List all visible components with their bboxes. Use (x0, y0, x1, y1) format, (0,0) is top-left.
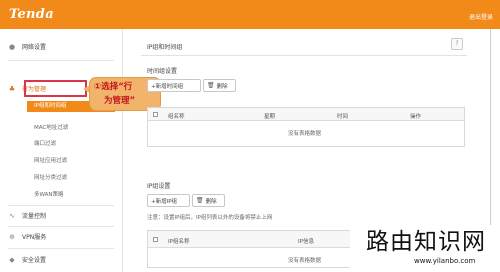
column-header: 星期 (264, 114, 276, 120)
vpn-icon: ⊕ (9, 232, 15, 241)
globe-icon: ● (8, 42, 16, 51)
add-ip-group-button[interactable]: +新增IP组 (147, 194, 190, 207)
sidebar-item-traffic-control[interactable]: ∿ 流量控制 (8, 206, 114, 225)
ip-group-section-label: IP组设置 (147, 183, 171, 190)
sidebar-item-label: 安全设置 (22, 257, 47, 264)
ip-group-notice: 注意：设置IP组后，IP组列表以外的设备将禁止上网 (147, 215, 273, 221)
trash-icon: 🗑 (207, 82, 215, 89)
table-header: 组名称 星期 时间 操作 (148, 108, 464, 121)
delete-time-group-button[interactable]: 🗑 删除 (203, 79, 236, 92)
select-all-checkbox[interactable] (153, 112, 158, 117)
column-header: 组名称 (168, 114, 185, 120)
annotation-highlight-box (24, 80, 87, 97)
help-button[interactable]: ? (451, 38, 463, 50)
sidebar-divider (8, 248, 114, 249)
logout-link[interactable]: 退出登录 (469, 12, 493, 21)
page-title: IP组和时间组 (147, 44, 183, 51)
sidebar-item-label: 网络设置 (22, 44, 47, 51)
callout-line-2: 为管理” (104, 96, 136, 106)
sidebar-item-network-settings[interactable]: ● 网络设置 (8, 37, 114, 56)
delete-label: 删除 (216, 83, 228, 90)
sidebar-divider (8, 60, 114, 61)
brand-logo: Tenda (9, 7, 54, 22)
title-divider (141, 55, 467, 56)
sidebar-item-vpn-service[interactable]: ⊕ VPN服务 (8, 227, 114, 246)
chart-line-icon: ∿ (9, 211, 15, 220)
user-group-icon: ♣ (8, 84, 16, 93)
top-bar: Tenda 退出登录 (0, 0, 500, 29)
delete-ip-group-button[interactable]: 🗑 删除 (192, 194, 225, 207)
time-group-section-label: 时间组设置 (147, 68, 178, 75)
sidebar-subitem-url-app-filter[interactable]: 网址应用过滤 (34, 156, 67, 164)
sidebar-item-label: 流量控制 (22, 213, 47, 220)
time-group-table: 组名称 星期 时间 操作 没有表格数据 (147, 107, 465, 147)
empty-table-message: 没有表格数据 (288, 258, 322, 264)
column-header: IP组名称 (168, 239, 190, 245)
select-all-checkbox[interactable] (153, 237, 158, 242)
column-header: IP信息 (298, 239, 314, 245)
empty-table-message: 没有表格数据 (288, 131, 322, 137)
watermark-text: 路由知识网 (366, 229, 486, 255)
sidebar-item-security-settings[interactable]: ◆ 安全设置 (8, 250, 114, 269)
add-ip-group-label: +新增IP组 (151, 198, 178, 205)
add-time-group-label: +新增时间组 (151, 83, 184, 90)
column-header: 操作 (410, 114, 422, 120)
shield-icon: ◆ (9, 255, 15, 264)
add-time-group-button[interactable]: +新增时间组 (147, 79, 201, 92)
sidebar-subitem-url-category-filter[interactable]: 网址分类过滤 (34, 173, 67, 181)
sidebar-item-label: VPN服务 (22, 234, 47, 241)
trash-icon: 🗑 (196, 197, 204, 204)
delete-label: 删除 (205, 198, 217, 205)
sidebar-subitem-mac-filter[interactable]: MAC地址过滤 (34, 123, 68, 131)
sidebar-subitem-port-filter[interactable]: 端口过滤 (34, 139, 56, 147)
column-header: 时间 (337, 114, 349, 120)
watermark-url: www.yilanbo.com (414, 257, 476, 265)
sidebar-subitem-multi-wan[interactable]: 多WAN策略 (34, 190, 64, 198)
